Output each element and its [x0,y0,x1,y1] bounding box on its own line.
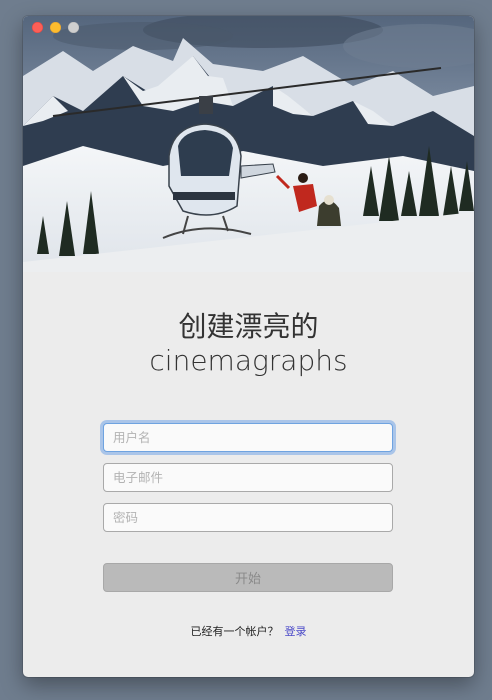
username-input[interactable] [103,423,393,452]
app-window: 创建漂亮的 cinemagraphs 开始 已经有一个帐户？ 登录 [23,16,474,677]
close-button[interactable] [32,22,43,33]
headline-line-2: cinemagraphs [149,344,348,377]
login-prompt: 已经有一个帐户？ 登录 [23,623,474,639]
zoom-button[interactable] [68,22,79,33]
login-link[interactable]: 登录 [285,625,307,638]
start-button[interactable]: 开始 [103,563,393,592]
headline-line-1: 创建漂亮的 [178,310,319,343]
minimize-button[interactable] [50,22,61,33]
hero-image [23,16,474,272]
password-input[interactable] [103,503,393,532]
window-controls [32,22,79,33]
login-prompt-text: 已经有一个帐户？ [190,625,279,638]
email-input[interactable] [103,463,393,492]
helicopter-mountain-illustration [23,16,474,272]
headline: 创建漂亮的 cinemagraphs [23,310,474,378]
